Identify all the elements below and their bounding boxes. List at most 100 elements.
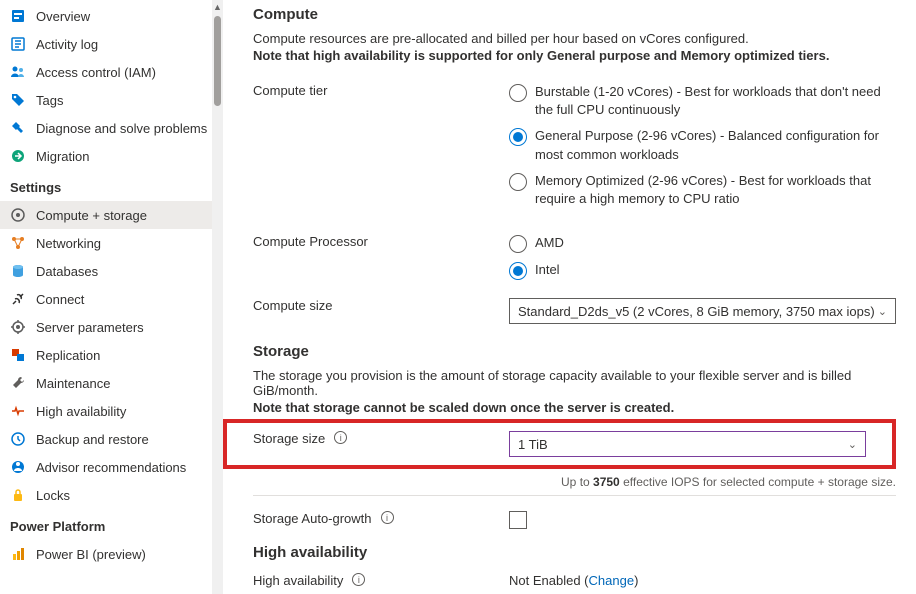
processor-intel[interactable]: Intel (509, 261, 896, 280)
sidebar-item-migration[interactable]: Migration (0, 142, 212, 170)
storage-size-highlight: Storage size i 1 TiB ⌄ (223, 419, 896, 469)
sidebar-item-compute-storage[interactable]: Compute + storage (0, 201, 212, 229)
sidebar-item-powerbi[interactable]: Power BI (preview) (0, 540, 212, 568)
compute-processor-label: Compute Processor (253, 234, 368, 249)
ha-label: High availability (253, 573, 343, 588)
storage-heading: Storage (253, 343, 896, 360)
processor-amd[interactable]: AMD (509, 234, 896, 253)
sidebar-item-label: Backup and restore (36, 432, 149, 447)
sidebar-item-backup-restore[interactable]: Backup and restore (0, 425, 212, 453)
sidebar-item-server-parameters[interactable]: Server parameters (0, 313, 212, 341)
heartbeat-icon (10, 403, 26, 419)
sidebar-item-databases[interactable]: Databases (0, 257, 212, 285)
power-platform-header: Power Platform (0, 509, 212, 540)
activity-log-icon (10, 36, 26, 52)
ha-heading: High availability (253, 544, 896, 561)
ha-value: Not Enabled (509, 573, 581, 588)
tier-memory-optimized[interactable]: Memory Optimized (2-96 vCores) - Best fo… (509, 172, 896, 208)
info-icon[interactable]: i (352, 573, 365, 586)
compute-note: Note that high availability is supported… (253, 48, 896, 63)
ha-change-link[interactable]: Change (589, 573, 635, 588)
sidebar-item-tags[interactable]: Tags (0, 86, 212, 114)
compute-size-value: Standard_D2ds_v5 (2 vCores, 8 GiB memory… (518, 304, 875, 319)
info-icon[interactable]: i (334, 431, 347, 444)
people-icon (10, 64, 26, 80)
sidebar-item-label: Activity log (36, 37, 98, 52)
sidebar-item-label: High availability (36, 404, 126, 419)
replication-icon (10, 347, 26, 363)
advisor-icon (10, 459, 26, 475)
networking-icon (10, 235, 26, 251)
scroll-up-arrow-icon[interactable]: ▲ (212, 0, 223, 14)
storage-desc: The storage you provision is the amount … (253, 368, 896, 398)
database-icon (10, 263, 26, 279)
storage-size-label: Storage size (253, 431, 325, 446)
sidebar-item-high-availability[interactable]: High availability (0, 397, 212, 425)
chevron-down-icon: ⌄ (878, 305, 887, 318)
tier-text: Burstable (1-20 vCores) - Best for workl… (535, 83, 896, 119)
tier-text: Memory Optimized (2-96 vCores) - Best fo… (535, 172, 896, 208)
compute-tier-label: Compute tier (253, 83, 327, 98)
backup-icon (10, 431, 26, 447)
tier-general-purpose[interactable]: General Purpose (2-96 vCores) - Balanced… (509, 127, 896, 163)
sidebar-item-label: Locks (36, 488, 70, 503)
radio-icon (509, 235, 527, 253)
gear-icon (10, 319, 26, 335)
storage-size-dropdown[interactable]: 1 TiB ⌄ (509, 431, 866, 457)
diagnose-icon (10, 120, 26, 136)
sidebar-item-iam[interactable]: Access control (IAM) (0, 58, 212, 86)
overview-icon (10, 8, 26, 24)
sidebar-item-label: Diagnose and solve problems (36, 121, 207, 136)
compute-heading: Compute (253, 6, 896, 23)
connect-icon (10, 291, 26, 307)
radio-icon (509, 128, 527, 146)
sidebar-item-label: Databases (36, 264, 98, 279)
main-content: Compute Compute resources are pre-alloca… (223, 0, 916, 594)
scroll-thumb[interactable] (214, 16, 221, 106)
info-icon[interactable]: i (381, 511, 394, 524)
processor-text: AMD (535, 234, 564, 252)
storage-note: Note that storage cannot be scaled down … (253, 400, 896, 415)
sidebar-item-overview[interactable]: Overview (0, 2, 212, 30)
storage-autogrowth-checkbox[interactable] (509, 511, 527, 529)
divider (253, 495, 896, 496)
wrench-icon (10, 375, 26, 391)
sidebar-item-networking[interactable]: Networking (0, 229, 212, 257)
sidebar-item-label: Connect (36, 292, 84, 307)
sidebar-item-activity-log[interactable]: Activity log (0, 30, 212, 58)
sidebar-item-label: Access control (IAM) (36, 65, 156, 80)
sidebar-item-label: Maintenance (36, 376, 110, 391)
sidebar-item-label: Migration (36, 149, 89, 164)
powerbi-icon (10, 546, 26, 562)
storage-size-value: 1 TiB (518, 437, 548, 452)
sidebar-item-label: Advisor recommendations (36, 460, 186, 475)
sidebar-item-label: Compute + storage (36, 208, 147, 223)
tier-burstable[interactable]: Burstable (1-20 vCores) - Best for workl… (509, 83, 896, 119)
content-scrollbar[interactable]: ▲ (212, 0, 223, 594)
sidebar-item-label: Server parameters (36, 320, 144, 335)
compute-desc: Compute resources are pre-allocated and … (253, 31, 896, 46)
sidebar-item-label: Networking (36, 236, 101, 251)
iops-note: Up to 3750 effective IOPS for selected c… (253, 473, 896, 489)
sidebar-item-label: Replication (36, 348, 100, 363)
compute-size-dropdown[interactable]: Standard_D2ds_v5 (2 vCores, 8 GiB memory… (509, 298, 896, 324)
sidebar-item-locks[interactable]: Locks (0, 481, 212, 509)
compute-icon (10, 207, 26, 223)
tag-icon (10, 92, 26, 108)
sidebar-item-connect[interactable]: Connect (0, 285, 212, 313)
sidebar-item-label: Power BI (preview) (36, 547, 146, 562)
storage-autogrowth-label: Storage Auto-growth (253, 511, 372, 526)
chevron-down-icon: ⌄ (848, 438, 857, 451)
lock-icon (10, 487, 26, 503)
sidebar-item-maintenance[interactable]: Maintenance (0, 369, 212, 397)
radio-icon (509, 173, 527, 191)
sidebar-item-diagnose[interactable]: Diagnose and solve problems (0, 114, 212, 142)
settings-header: Settings (0, 170, 212, 201)
migration-icon (10, 148, 26, 164)
sidebar-item-advisor[interactable]: Advisor recommendations (0, 453, 212, 481)
sidebar-item-replication[interactable]: Replication (0, 341, 212, 369)
tier-text: General Purpose (2-96 vCores) - Balanced… (535, 127, 896, 163)
processor-text: Intel (535, 261, 560, 279)
radio-icon (509, 262, 527, 280)
compute-size-label: Compute size (253, 298, 332, 313)
